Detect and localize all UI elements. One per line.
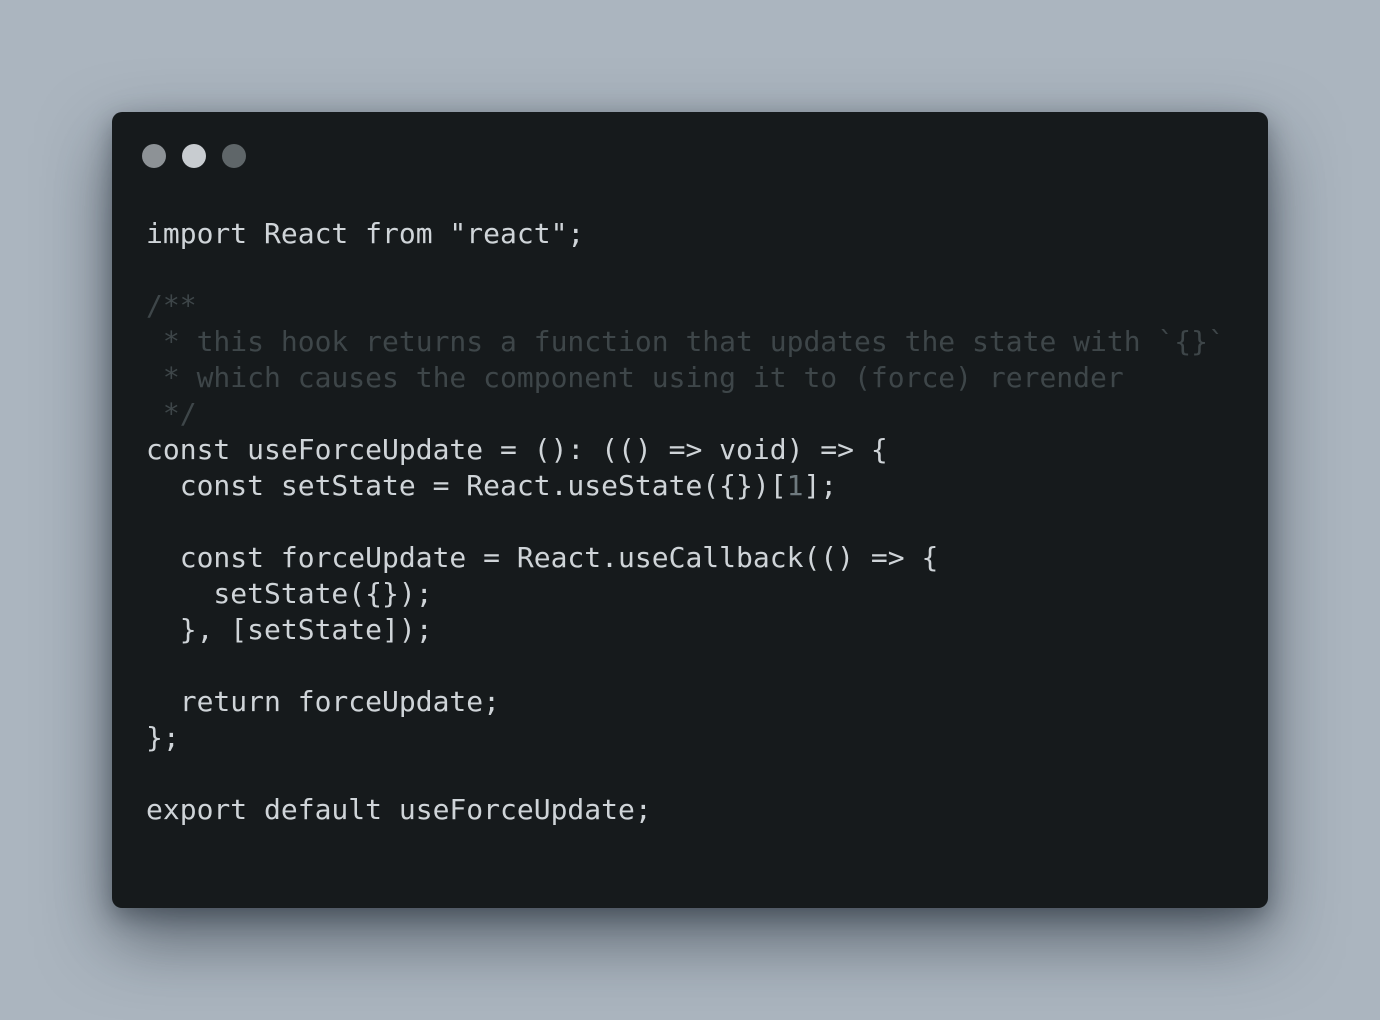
code-comment: * which causes the component using it to… xyxy=(146,361,1124,394)
code-line: setState({}); xyxy=(146,576,1225,612)
code-line: * which causes the component using it to… xyxy=(146,360,1225,396)
minimize-icon[interactable] xyxy=(182,144,206,168)
code-line: const forceUpdate = React.useCallback(()… xyxy=(146,540,1225,576)
code-comment: /** xyxy=(146,289,197,322)
close-icon[interactable] xyxy=(142,144,166,168)
code-line: const setState = React.useState({})[1]; xyxy=(146,468,1225,504)
code-text: return forceUpdate; xyxy=(146,685,501,718)
code-line: /** xyxy=(146,288,1225,324)
maximize-icon[interactable] xyxy=(222,144,246,168)
code-line: const useForceUpdate = (): (() => void) … xyxy=(146,432,1225,468)
code-text: const forceUpdate = React.useCallback(()… xyxy=(146,541,939,574)
code-text: setState({}); xyxy=(146,577,433,610)
code-line: }, [setState]); xyxy=(146,612,1225,648)
code-number: 1 xyxy=(786,469,804,502)
code-line: */ xyxy=(146,396,1225,432)
code-line: export default useForceUpdate; xyxy=(146,792,1225,828)
code-block: import React from "react"; /** * this hoo… xyxy=(146,216,1225,828)
code-line: }; xyxy=(146,720,1225,756)
code-text: export default useForceUpdate; xyxy=(146,793,652,826)
code-text: const setState = React.useState({})[ xyxy=(146,469,787,502)
code-text: const useForceUpdate = (): (() => void) … xyxy=(146,433,888,466)
code-window: import React from "react"; /** * this hoo… xyxy=(112,112,1268,908)
window-controls xyxy=(142,144,246,168)
code-text: }, [setState]); xyxy=(146,613,433,646)
code-text: ]; xyxy=(803,469,838,502)
code-text: }; xyxy=(146,721,180,754)
code-line: return forceUpdate; xyxy=(146,684,1225,720)
code-comment: */ xyxy=(146,397,197,430)
code-text: import React from "react"; xyxy=(146,217,585,250)
code-line: * this hook returns a function that upda… xyxy=(146,324,1225,360)
code-line: import React from "react"; xyxy=(146,216,1225,252)
code-comment: * this hook returns a function that upda… xyxy=(146,325,1225,358)
